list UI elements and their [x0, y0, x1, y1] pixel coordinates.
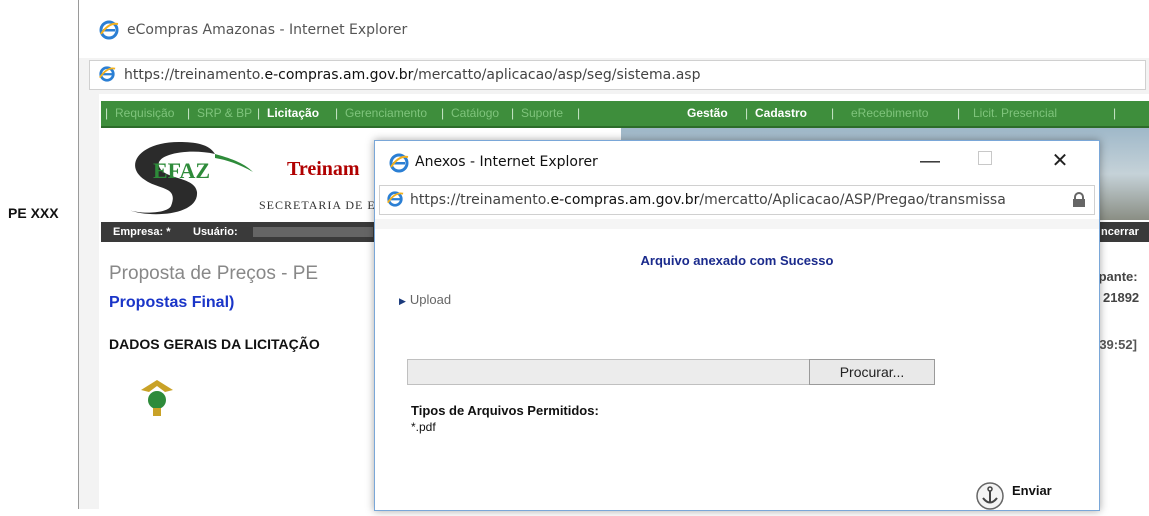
url-domain: e-compras.am.gov.br: [264, 67, 414, 83]
section-title-dados-gerais: DADOS GERAIS DA LICITAÇÃO: [109, 336, 320, 352]
allowed-types-title: Tipos de Arquivos Permitidos:: [411, 403, 599, 418]
success-message: Arquivo anexado com Sucesso: [640, 253, 834, 268]
main-nav: | Requisição | SRP & BP | Licitação | Ge…: [101, 101, 1149, 128]
nav-separator: |: [831, 106, 835, 120]
nav-separator: |: [745, 106, 749, 120]
nav-item-suporte[interactable]: Suporte: [521, 106, 563, 120]
minimize-button[interactable]: —: [915, 146, 945, 176]
nav-separator: |: [105, 106, 109, 120]
nav-separator: |: [187, 106, 191, 120]
url-domain: e-compras.am.gov.br: [550, 192, 700, 208]
timestamp-partial: :39:52]: [1095, 337, 1137, 352]
ie-page-icon: [386, 190, 404, 213]
url-prefix: https://treinamento.: [124, 67, 265, 83]
ie-icon: [99, 20, 119, 45]
pe-label: PE XXX: [8, 205, 59, 221]
outer-titlebar: eCompras Amazonas - Internet Explorer: [79, 0, 1149, 58]
nav-separator: |: [1113, 106, 1117, 120]
modal-toolbar-gap: [375, 219, 1099, 229]
nav-item-gestao[interactable]: Gestão: [687, 106, 728, 120]
nav-item-licitacao[interactable]: Licitação: [267, 106, 319, 120]
browse-button[interactable]: Procurar...: [809, 359, 935, 385]
nav-separator: |: [335, 106, 339, 120]
modal-address-bar[interactable]: https://treinamento.e-compras.am.gov.br/…: [379, 185, 1095, 215]
anchor-upload-icon[interactable]: [975, 481, 1005, 516]
upload-label: Upload: [409, 292, 452, 307]
file-path-input[interactable]: [407, 359, 810, 385]
nav-item-requisicao[interactable]: Requisição: [115, 106, 174, 120]
participante-number: 21892: [1103, 290, 1140, 305]
outer-window-title: eCompras Amazonas - Internet Explorer: [127, 22, 408, 38]
nav-item-catalogo[interactable]: Catálogo: [451, 106, 499, 120]
banner-subtitle: SECRETARIA DE ES: [259, 198, 384, 212]
nav-separator: |: [511, 106, 515, 120]
caret-right-icon: ▶: [399, 296, 406, 306]
nav-item-srp-bp[interactable]: SRP & BP: [197, 106, 252, 120]
sefaz-logo-text: EFAZ: [153, 158, 211, 183]
coat-of-arms-icon: [137, 376, 177, 421]
participante-label: ipante:: [1095, 269, 1138, 284]
ie-icon: [389, 153, 409, 178]
outer-url[interactable]: https://treinamento.e-compras.am.gov.br/…: [124, 67, 700, 83]
outer-address-bar[interactable]: https://treinamento.e-compras.am.gov.br/…: [89, 60, 1146, 90]
url-path: /mercatto/aplicacao/asp/seg/sistema.asp: [413, 67, 701, 83]
usuario-label: Usuário:: [193, 226, 238, 238]
anexos-window: Anexos - Internet Explorer — ✕ https://t…: [374, 140, 1100, 511]
page-title: Proposta de Preços - PE: [109, 263, 319, 284]
lock-icon: [1072, 192, 1086, 213]
maximize-button[interactable]: [978, 151, 992, 165]
nav-separator: |: [577, 106, 581, 120]
empresa-label: Empresa: *: [113, 226, 171, 238]
nav-item-licit-presencial[interactable]: Licit. Presencial: [973, 106, 1057, 120]
modal-window-title: Anexos - Internet Explorer: [415, 154, 598, 170]
modal-titlebar: Anexos - Internet Explorer — ✕: [375, 141, 1099, 183]
blurred-username: [253, 227, 373, 237]
nav-separator: |: [441, 106, 445, 120]
ie-page-icon: [98, 65, 116, 88]
encerrar-link[interactable]: ncerrar: [1101, 226, 1139, 238]
propostas-final-link[interactable]: Propostas Final): [109, 294, 234, 312]
nav-item-gerenciamento[interactable]: Gerenciamento: [345, 106, 427, 120]
url-prefix: https://treinamento.: [410, 192, 551, 208]
upload-toggle[interactable]: ▶ Upload: [399, 292, 451, 307]
nav-separator: |: [257, 106, 261, 120]
close-button[interactable]: ✕: [1045, 146, 1075, 176]
send-button[interactable]: Enviar: [1012, 483, 1052, 498]
nav-item-erecebimento[interactable]: eRecebimento: [851, 106, 928, 120]
nav-separator: |: [957, 106, 961, 120]
allowed-types-value: *.pdf: [411, 420, 436, 434]
banner-title: Treinam: [287, 158, 360, 180]
url-path: /mercatto/Aplicacao/ASP/Pregao/transmiss…: [699, 192, 1006, 208]
modal-url[interactable]: https://treinamento.e-compras.am.gov.br/…: [410, 192, 1065, 208]
nav-item-cadastro[interactable]: Cadastro: [755, 106, 807, 120]
